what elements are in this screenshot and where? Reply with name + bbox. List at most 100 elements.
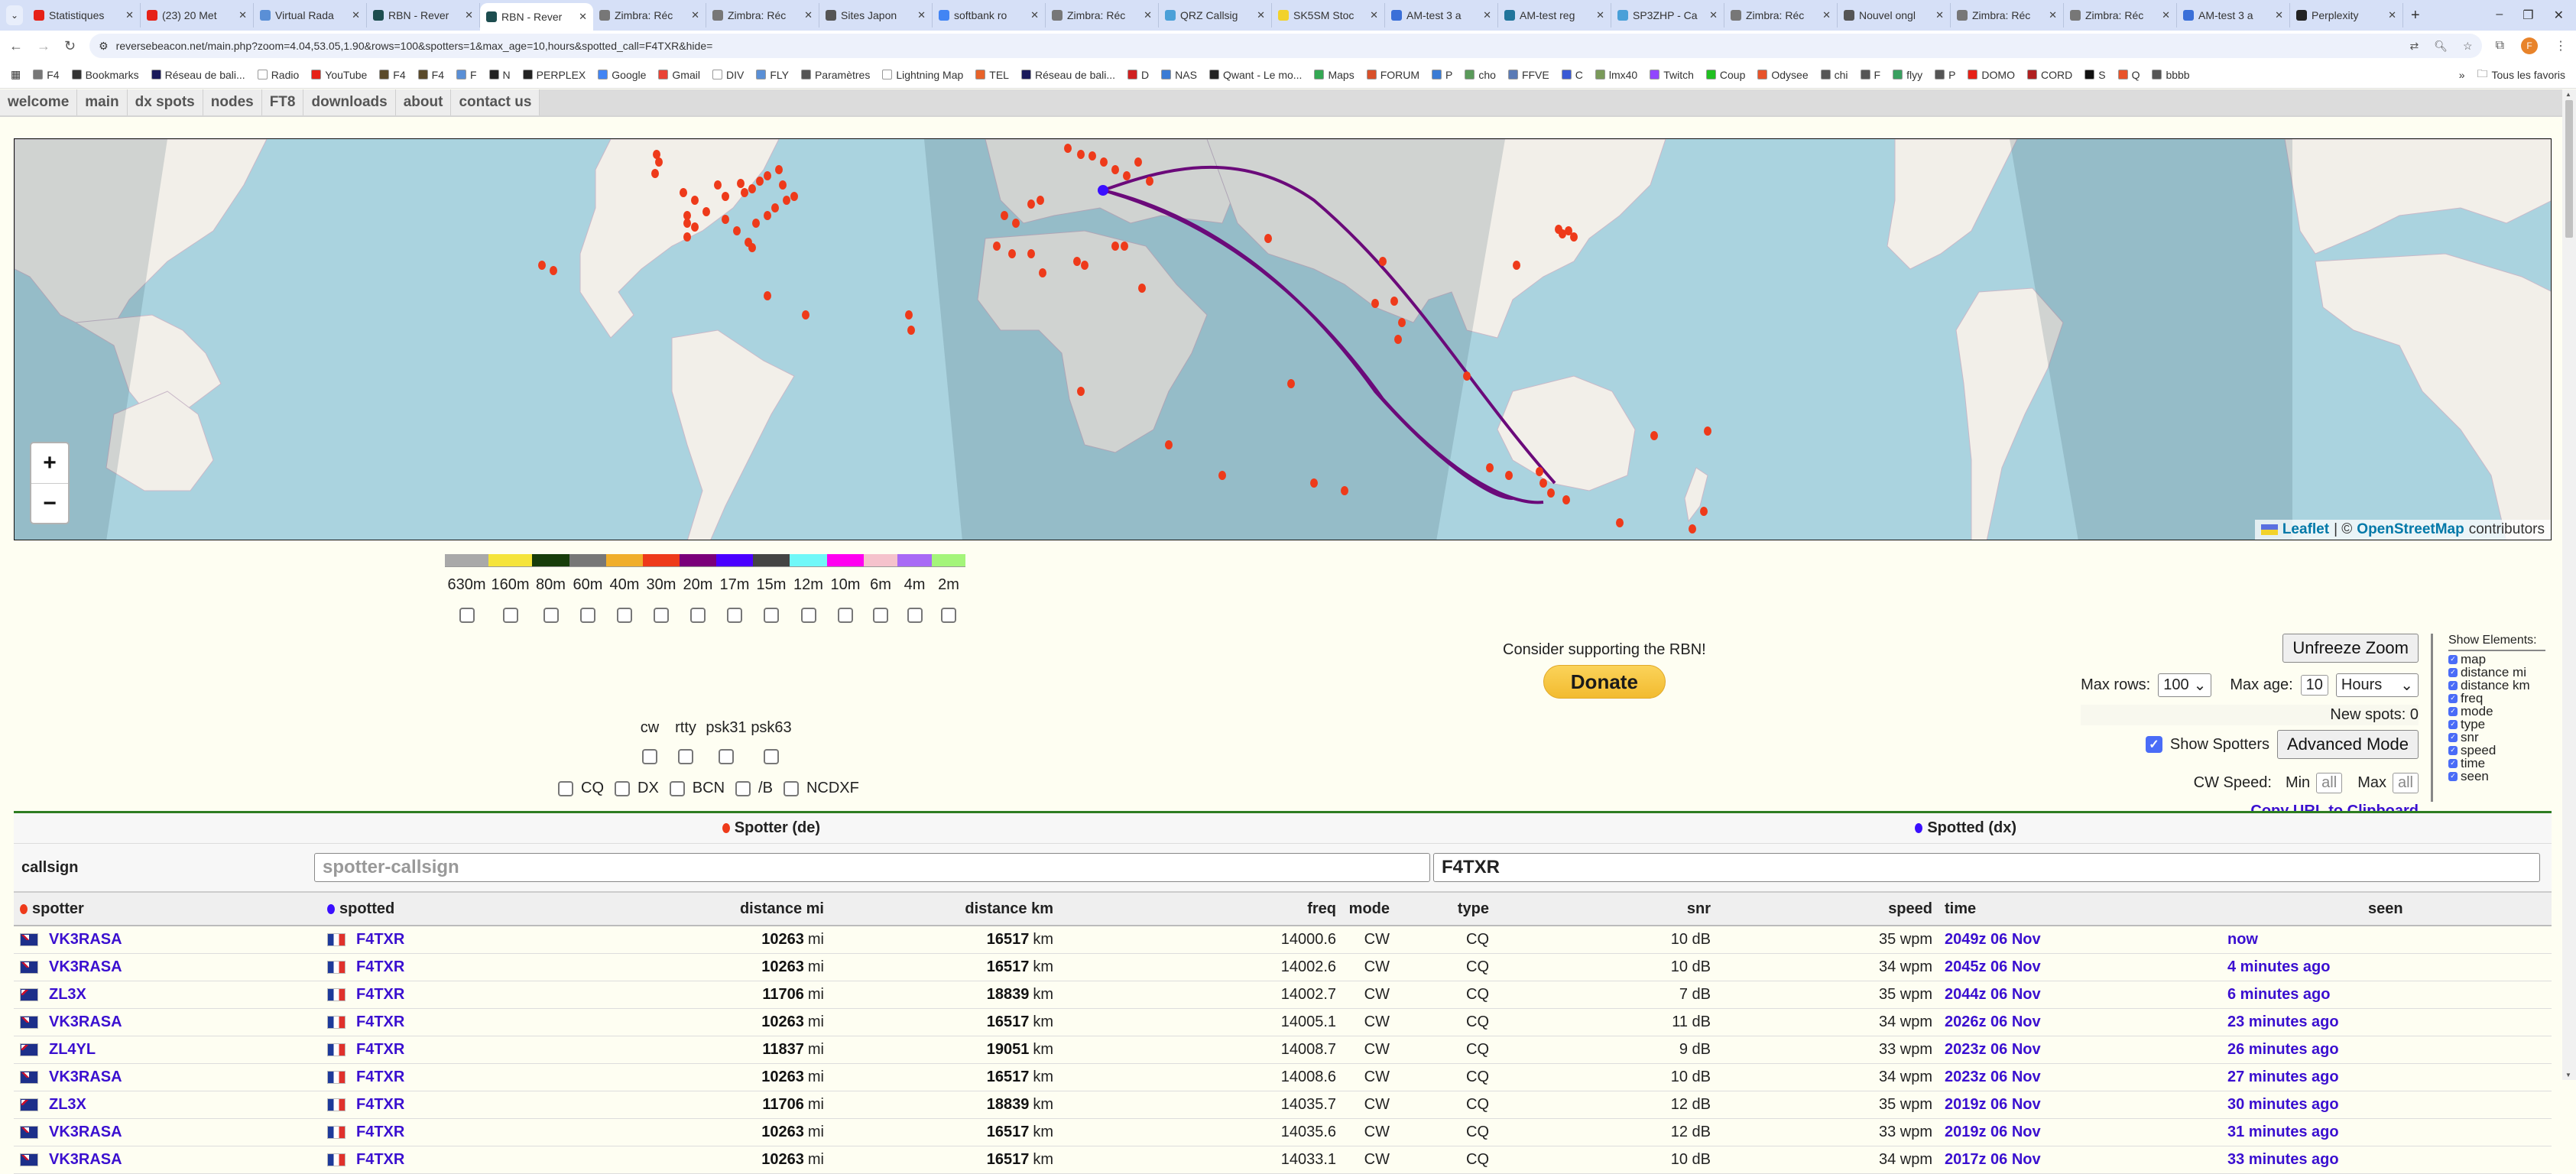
bookmark-item[interactable]: FFVE <box>1507 69 1549 81</box>
spotter-marker[interactable] <box>748 184 756 193</box>
spotter-marker[interactable] <box>1700 507 1708 516</box>
advanced-mode-button[interactable]: Advanced Mode <box>2277 730 2419 759</box>
spotter-marker[interactable] <box>905 310 913 319</box>
spotter-marker[interactable] <box>1562 495 1570 504</box>
show-element-freq[interactable]: ✓ freq <box>2448 692 2545 705</box>
spotter-marker[interactable] <box>1111 242 1119 251</box>
spotter-marker[interactable] <box>722 215 729 224</box>
bookmark-item[interactable]: Google <box>598 69 646 81</box>
spotter-callsign-link[interactable]: ZL4YL <box>49 1041 96 1058</box>
checkbox-checked-icon[interactable]: ✓ <box>2448 693 2458 703</box>
spot-type-bcn[interactable]: BCN <box>669 780 725 797</box>
scroll-down-icon[interactable]: ▼ <box>2565 1072 2571 1078</box>
browser-tab[interactable]: AM-test 3 a ✕ <box>1385 3 1498 28</box>
new-tab-button[interactable]: + <box>2403 7 2428 24</box>
spotter-callsign-link[interactable]: VK3RASA <box>49 1069 122 1085</box>
column-header-type[interactable]: type <box>1390 900 1489 918</box>
max-rows-select[interactable]: 100 ⌄ <box>2158 673 2212 697</box>
band-checkbox-630m[interactable] <box>459 608 475 623</box>
close-tab-icon[interactable]: ✕ <box>238 9 247 21</box>
spotter-marker[interactable] <box>702 207 710 216</box>
bookmark-item[interactable]: CORD <box>2026 69 2072 81</box>
column-header-mode[interactable]: mode <box>1336 900 1390 918</box>
all-bookmarks-folder[interactable]: 🗀 Tous les favoris <box>2477 66 2565 84</box>
seen-link[interactable]: 26 minutes ago <box>2227 1041 2339 1058</box>
spotter-marker[interactable] <box>1287 379 1295 388</box>
seen-link[interactable]: 23 minutes ago <box>2227 1013 2339 1030</box>
checkbox-checked-icon[interactable]: ✓ <box>2448 745 2458 755</box>
band-checkbox-80m[interactable] <box>543 608 559 623</box>
close-window-button[interactable]: ✕ <box>2554 8 2564 23</box>
extensions-icon[interactable]: ⧉ <box>2496 39 2504 53</box>
bookmark-item[interactable]: cho <box>1465 69 1496 81</box>
spotter-marker[interactable] <box>993 242 1001 251</box>
spotted-callsign-link[interactable]: F4TXR <box>356 958 404 975</box>
spotter-marker[interactable] <box>764 291 771 300</box>
spotter-marker[interactable] <box>771 203 779 212</box>
time-link[interactable]: 2019z 06 Nov <box>1945 1124 2041 1140</box>
spotter-marker[interactable] <box>1390 297 1398 306</box>
close-tab-icon[interactable]: ✕ <box>579 11 587 23</box>
spotter-callsign-link[interactable]: VK3RASA <box>49 931 122 948</box>
spotter-marker[interactable] <box>680 188 687 197</box>
show-element-distance-mi[interactable]: ✓ distance mi <box>2448 666 2545 679</box>
band-checkbox-20m[interactable] <box>690 608 706 623</box>
nav-main[interactable]: main <box>77 89 128 115</box>
mode-checkbox-rtty[interactable] <box>678 749 693 764</box>
spotter-marker[interactable] <box>1513 261 1520 270</box>
spot-type-checkbox[interactable] <box>615 780 630 796</box>
spotter-marker[interactable] <box>748 243 756 252</box>
bookmark-item[interactable]: FORUM <box>1366 69 1419 81</box>
page-scrollbar[interactable]: ▲ ▼ <box>2562 89 2576 1080</box>
back-icon[interactable]: ← <box>9 38 23 54</box>
more-bookmarks-button[interactable]: » <box>2459 69 2465 81</box>
bookmark-item[interactable]: DOMO <box>1968 69 2015 81</box>
spotter-marker[interactable] <box>1012 219 1020 228</box>
nav-nodes[interactable]: nodes <box>203 89 262 115</box>
close-tab-icon[interactable]: ✕ <box>691 9 699 21</box>
bookmark-item[interactable]: Réseau de bali... <box>1020 69 1115 81</box>
bookmark-item[interactable]: NAS <box>1161 69 1197 81</box>
spotter-marker[interactable] <box>907 326 915 335</box>
max-age-unit-select[interactable]: Hours ⌄ <box>2335 673 2419 697</box>
close-tab-icon[interactable]: ✕ <box>352 9 360 21</box>
zoom-icon[interactable]: 🔍︎ <box>2434 40 2448 53</box>
spotter-marker[interactable] <box>1121 242 1128 251</box>
band-checkbox-40m[interactable] <box>617 608 632 623</box>
spotter-marker[interactable] <box>764 171 771 180</box>
seen-link[interactable]: now <box>2227 931 2258 948</box>
browser-tab[interactable]: softbank ro ✕ <box>933 3 1046 28</box>
close-tab-icon[interactable]: ✕ <box>804 9 813 21</box>
spotter-marker[interactable] <box>1547 488 1555 498</box>
browser-tab[interactable]: RBN - Rever ✕ <box>480 3 593 31</box>
checkbox-checked-icon[interactable]: ✓ <box>2448 680 2458 690</box>
show-element-snr[interactable]: ✓ snr <box>2448 731 2545 744</box>
show-element-map[interactable]: ✓ map <box>2448 653 2545 666</box>
unfreeze-zoom-button[interactable]: Unfreeze Zoom <box>2282 634 2419 663</box>
browser-tab[interactable]: Zimbra: Réc ✕ <box>1724 3 1838 28</box>
close-tab-icon[interactable]: ✕ <box>125 9 134 21</box>
browser-tab[interactable]: (23) 20 Met ✕ <box>141 3 254 28</box>
scroll-up-icon[interactable]: ▲ <box>2565 91 2571 98</box>
nav-downloads[interactable]: downloads <box>303 89 396 115</box>
bookmark-item[interactable]: S <box>2084 69 2106 81</box>
bookmark-item[interactable]: Maps <box>1314 69 1355 81</box>
spotter-marker[interactable] <box>655 157 663 167</box>
spotted-callsign-input[interactable]: F4TXR <box>1433 853 2540 882</box>
bookmark-item[interactable]: YouTube <box>311 69 367 81</box>
spotter-callsign-link[interactable]: VK3RASA <box>49 1151 122 1168</box>
show-element-speed[interactable]: ✓ speed <box>2448 744 2545 757</box>
close-tab-icon[interactable]: ✕ <box>2388 9 2396 21</box>
nav-welcome[interactable]: welcome <box>0 89 78 115</box>
show-element-mode[interactable]: ✓ mode <box>2448 705 2545 718</box>
time-link[interactable]: 2049z 06 Nov <box>1945 931 2041 948</box>
band-checkbox-60m[interactable] <box>580 608 595 623</box>
spotter-marker[interactable] <box>1650 431 1658 440</box>
column-header-speed[interactable]: speed <box>1711 900 1932 918</box>
spot-type-cq[interactable]: CQ <box>558 780 604 797</box>
show-element-seen[interactable]: ✓ seen <box>2448 770 2545 783</box>
spot-type-ncdxf[interactable]: NCDXF <box>783 780 859 797</box>
spotter-marker[interactable] <box>1616 518 1624 527</box>
column-header-distance-km[interactable]: distance km <box>824 900 1053 918</box>
spotter-marker[interactable] <box>733 226 741 235</box>
